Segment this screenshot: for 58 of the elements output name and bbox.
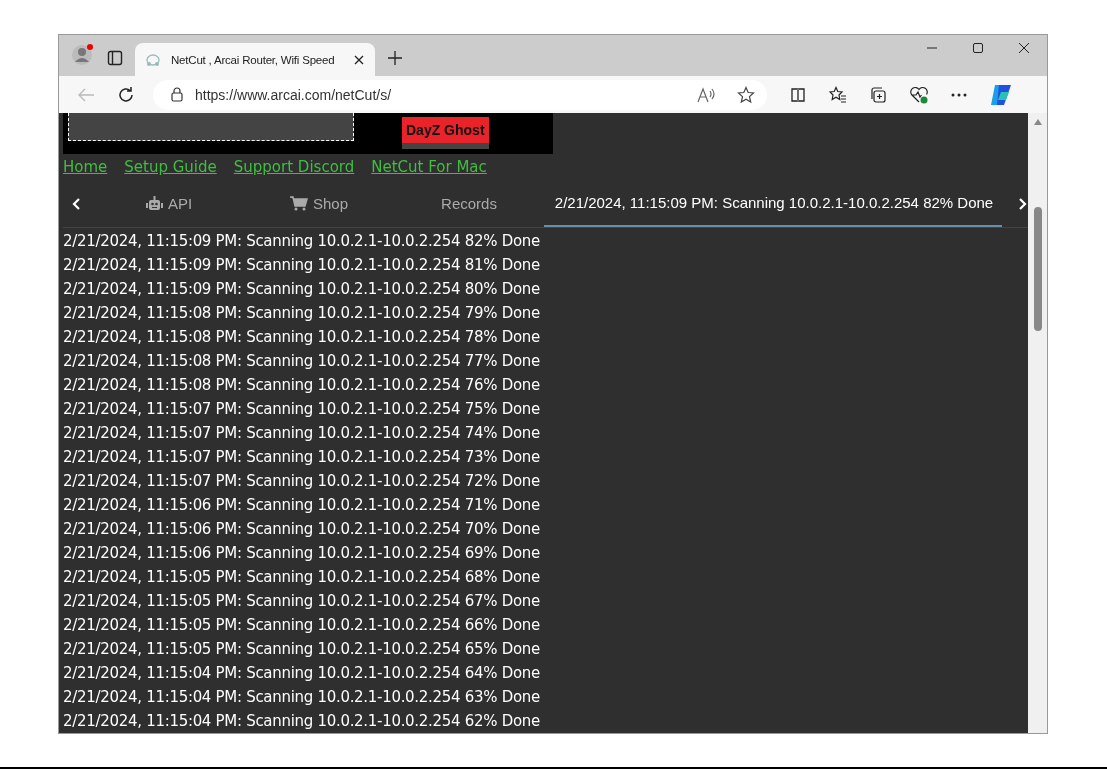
- log-line: 2/21/2024, 11:15:04 PM: Scanning 10.0.2.1-10.0.2.254 63% Done: [63, 687, 541, 708]
- log-line: 2/21/2024, 11:15:07 PM: Scanning 10.0.2.1-10.0.2.254 73% Done: [63, 447, 541, 468]
- log-line: 2/21/2024, 11:15:06 PM: Scanning 10.0.2.1-10.0.2.254 70% Done: [63, 519, 541, 540]
- collections-icon[interactable]: [869, 85, 887, 104]
- scrollbar-thumb[interactable]: [1033, 207, 1042, 331]
- new-tab-icon[interactable]: [387, 50, 403, 66]
- nav-link[interactable]: Home: [63, 158, 108, 177]
- browser-tab[interactable]: NetCut , Arcai Router, Wifi Speed: [135, 43, 375, 76]
- banner-badge: DayZ Ghost: [402, 117, 489, 149]
- url-text: https://www.arcai.com/netCut/s/: [195, 86, 392, 103]
- nav-link[interactable]: Support Discord: [233, 158, 355, 177]
- close-tab-icon[interactable]: [353, 53, 365, 66]
- log-line: 2/21/2024, 11:15:08 PM: Scanning 10.0.2.1-10.0.2.254 76% Done: [63, 375, 541, 396]
- robot-icon: [145, 196, 163, 212]
- log-line: 2/21/2024, 11:15:04 PM: Scanning 10.0.2.1-10.0.2.254 64% Done: [63, 663, 541, 684]
- log-line: 2/21/2024, 11:15:06 PM: Scanning 10.0.2.1-10.0.2.254 69% Done: [63, 543, 541, 564]
- log-line: 2/21/2024, 11:15:04 PM: Scanning 10.0.2.1-10.0.2.254 62% Done: [63, 711, 541, 732]
- log-line: 2/21/2024, 11:15:07 PM: Scanning 10.0.2.1-10.0.2.254 75% Done: [63, 399, 541, 420]
- tab[interactable]: Records: [394, 180, 544, 227]
- chevron-left-icon[interactable]: [71, 196, 81, 211]
- tab[interactable]: API: [94, 180, 244, 227]
- log-line: 2/21/2024, 11:15:07 PM: Scanning 10.0.2.1-10.0.2.254 72% Done: [63, 471, 541, 492]
- log-line: 2/21/2024, 11:15:06 PM: Scanning 10.0.2.1-10.0.2.254 71% Done: [63, 495, 541, 516]
- more-icon[interactable]: [951, 92, 967, 97]
- nav-link[interactable]: Setup Guide: [124, 158, 217, 177]
- log-line: 2/21/2024, 11:15:05 PM: Scanning 10.0.2.1-10.0.2.254 67% Done: [63, 591, 541, 612]
- log-line: 2/21/2024, 11:15:05 PM: Scanning 10.0.2.1-10.0.2.254 65% Done: [63, 639, 541, 660]
- tab[interactable]: 2/21/2024, 11:15:09 PM: Scanning 10.0.2.1-10.0.2.254 82% Done: [544, 180, 1002, 227]
- copilot-icon[interactable]: [989, 82, 1013, 107]
- log-line: 2/21/2024, 11:15:09 PM: Scanning 10.0.2.1-10.0.2.254 81% Done: [63, 255, 541, 276]
- log-line: 2/21/2024, 11:15:05 PM: Scanning 10.0.2.1-10.0.2.254 68% Done: [63, 567, 541, 588]
- nav-link[interactable]: NetCut For Mac: [371, 158, 487, 177]
- tab-title: NetCut , Arcai Router, Wifi Speed: [171, 53, 336, 66]
- log-line: 2/21/2024, 11:15:09 PM: Scanning 10.0.2.1-10.0.2.254 80% Done: [63, 279, 541, 300]
- log-line: 2/21/2024, 11:15:05 PM: Scanning 10.0.2.1-10.0.2.254 66% Done: [63, 615, 541, 636]
- maximize-icon[interactable]: [972, 42, 984, 54]
- log-line: 2/21/2024, 11:15:08 PM: Scanning 10.0.2.1-10.0.2.254 78% Done: [63, 327, 541, 348]
- tab[interactable]: Shop: [244, 180, 394, 227]
- tab-actions-icon[interactable]: [107, 50, 123, 66]
- split-screen-icon[interactable]: [789, 86, 807, 103]
- log-line: 2/21/2024, 11:15:08 PM: Scanning 10.0.2.1-10.0.2.254 77% Done: [63, 351, 541, 372]
- close-icon[interactable]: [1018, 42, 1030, 54]
- profile-avatar-icon[interactable]: [71, 42, 95, 66]
- lock-icon: [171, 87, 183, 102]
- site-favicon-icon: [145, 52, 161, 67]
- cart-icon: [289, 196, 308, 212]
- star-icon[interactable]: [737, 85, 755, 104]
- log-line: 2/21/2024, 11:15:09 PM: Scanning 10.0.2.1-10.0.2.254 82% Done: [63, 231, 541, 252]
- favorites-icon[interactable]: [829, 85, 847, 104]
- scroll-up-icon[interactable]: [1033, 119, 1042, 125]
- read-aloud-icon[interactable]: [697, 86, 715, 103]
- heart-pulse-icon[interactable]: [909, 85, 929, 104]
- refresh-icon[interactable]: [117, 85, 135, 104]
- scrollbar[interactable]: [1028, 113, 1047, 733]
- log-line: 2/21/2024, 11:15:07 PM: Scanning 10.0.2.1-10.0.2.254 74% Done: [63, 423, 541, 444]
- address-bar[interactable]: https://www.arcai.com/netCut/s/: [153, 79, 767, 110]
- log-line: 2/21/2024, 11:15:08 PM: Scanning 10.0.2.1-10.0.2.254 79% Done: [63, 303, 541, 324]
- chevron-right-icon[interactable]: [1018, 196, 1028, 211]
